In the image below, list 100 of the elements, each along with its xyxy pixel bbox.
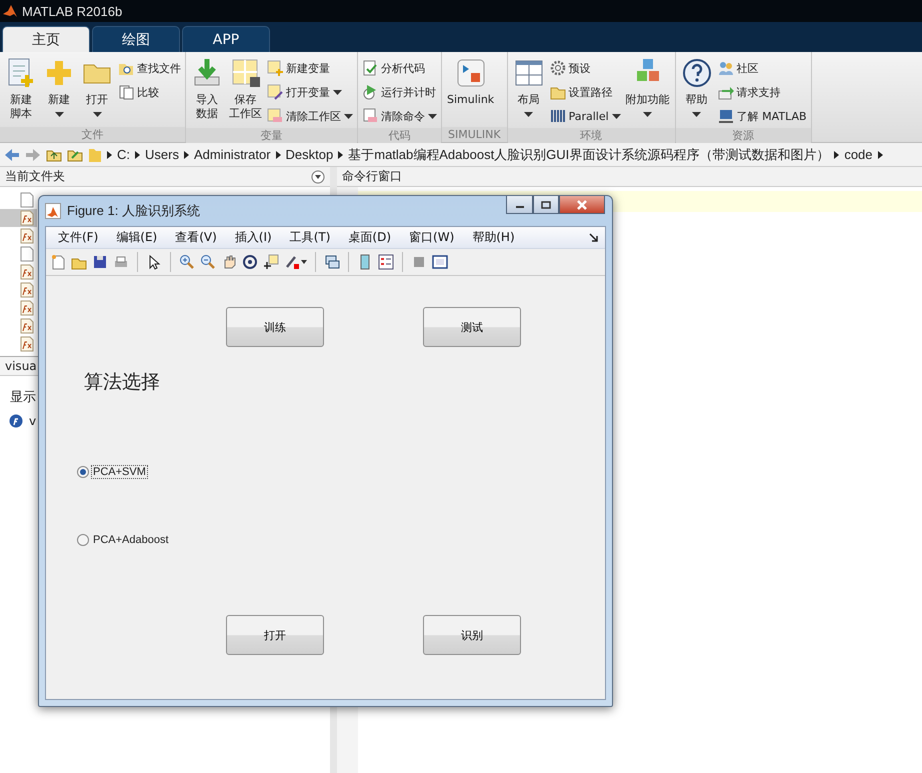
ribbon-button[interactable]: 清除命令	[360, 104, 439, 128]
ribbon-button[interactable]: 新建变量	[265, 56, 355, 80]
ribbon-group-label: 资源	[676, 128, 811, 143]
details-text: 显示	[10, 389, 37, 406]
radio-button[interactable]	[77, 466, 89, 478]
menu-item[interactable]: 桌面(D)	[342, 229, 398, 246]
radio-label: PCA+Adaboost	[92, 534, 170, 546]
menu-item[interactable]: 窗口(W)	[403, 229, 460, 246]
ribbon-button[interactable]: 帮助	[678, 55, 716, 128]
toolbar-button[interactable]	[263, 254, 279, 270]
matlab-logo-icon	[45, 203, 61, 219]
ribbon-group-label: SIMULINK	[442, 127, 507, 142]
push-button[interactable]: 识别	[423, 615, 521, 655]
toolbar-button[interactable]	[242, 254, 258, 270]
path-segment[interactable]: Desktop	[286, 147, 334, 162]
maximize-button[interactable]	[533, 196, 559, 214]
compare-icon	[118, 84, 134, 100]
simulink-block-icon	[454, 57, 487, 89]
ribbon-button[interactable]: 设置路径	[548, 80, 623, 104]
radio-label: PCA+SVM	[92, 466, 147, 478]
ribbon-button[interactable]: 请求支持	[716, 80, 809, 104]
ribbon-button[interactable]: 查找文件	[116, 56, 183, 80]
panel-title: 当前文件夹	[5, 168, 65, 185]
function-file-icon	[20, 228, 34, 244]
function-file-icon	[20, 318, 34, 334]
browse-folder-icon	[67, 148, 83, 162]
check-document-icon	[362, 60, 378, 76]
minimize-button[interactable]	[506, 196, 533, 214]
toolbar-button[interactable]	[378, 254, 394, 270]
support-arrow-icon	[718, 84, 734, 100]
menu-item[interactable]: 编辑(E)	[110, 229, 164, 246]
grid-pencil-icon	[267, 84, 283, 100]
path-segment[interactable]: Users	[145, 147, 179, 162]
ribbon-button[interactable]: 运行并计时	[360, 80, 439, 104]
ribbon-tab[interactable]: APP	[182, 26, 270, 52]
caret-icon	[301, 260, 307, 264]
zoom-out-icon	[200, 254, 216, 270]
ribbon-button[interactable]: 附加功能	[622, 55, 673, 128]
menu-item[interactable]: 插入(I)	[228, 229, 278, 246]
push-button[interactable]: 打开	[226, 615, 324, 655]
ribbon-tab[interactable]: 绘图	[92, 26, 180, 52]
path-segment[interactable]: 基于matlab编程Adaboost人脸识别GUI界面设计系统源码程序（带测试数据和图片）	[348, 146, 830, 164]
breadcrumb-arrow-icon	[107, 150, 112, 158]
ribbon-button[interactable]: 布局	[510, 55, 548, 128]
ribbon-button[interactable]: 了解 MATLAB	[716, 104, 809, 128]
grid-eraser-icon	[267, 108, 283, 124]
ribbon-button[interactable]: 打开变量	[265, 80, 355, 104]
push-button[interactable]: 训练	[226, 307, 324, 347]
ribbon-tab[interactable]: 主页	[2, 26, 90, 52]
new-file-icon	[50, 254, 66, 270]
folder-up-icon	[46, 148, 62, 162]
ribbon-button[interactable]: Simulink	[444, 55, 498, 127]
breadcrumb-arrow-icon	[184, 150, 189, 158]
menu-item[interactable]: 帮助(H)	[466, 229, 521, 246]
ribbon-button[interactable]: 预设	[548, 56, 623, 80]
path-segment[interactable]: C:	[117, 147, 130, 162]
toolbar-button[interactable]	[92, 254, 108, 270]
details-item: v	[29, 414, 36, 428]
ribbon-button[interactable]: 打开	[78, 55, 116, 127]
menu-item[interactable]: 文件(F)	[52, 229, 104, 246]
close-button[interactable]	[559, 196, 605, 214]
toolbar-button[interactable]	[432, 254, 448, 270]
panel-menu-icon	[311, 170, 325, 184]
function-file-icon	[20, 282, 34, 298]
close-icon	[576, 200, 588, 210]
grid-save-icon	[230, 57, 262, 89]
ribbon-group-label: 代码	[358, 128, 441, 143]
dock-arrow-icon	[589, 232, 599, 242]
zoom-in-icon	[179, 254, 195, 270]
breadcrumb-arrow-icon	[338, 150, 344, 158]
legend-icon	[378, 254, 394, 270]
ribbon-button[interactable]: Parallel	[548, 104, 623, 128]
ribbon-button[interactable]: 新建 脚本	[2, 55, 40, 127]
path-segment[interactable]: code	[844, 147, 873, 162]
ribbon-button[interactable]: 保存 工作区	[226, 55, 265, 128]
save-icon	[92, 254, 108, 270]
breadcrumb-arrow-icon	[135, 150, 140, 158]
brush-icon	[284, 254, 300, 270]
menu-item[interactable]: 工具(T)	[284, 229, 336, 246]
ribbon-button[interactable]: 导入 数据	[188, 55, 226, 128]
timer-icon	[362, 84, 378, 100]
ribbon-button[interactable]: 比较	[116, 80, 183, 104]
menu-item[interactable]: 查看(V)	[169, 229, 223, 246]
radio-button[interactable]	[77, 534, 89, 546]
function-file-icon	[20, 264, 34, 280]
function-file-icon	[20, 300, 34, 316]
ribbon-button[interactable]: 分析代码	[360, 56, 439, 80]
square-icon	[411, 254, 427, 270]
rotate-icon	[242, 254, 258, 270]
ribbon-button[interactable]: 新建	[40, 55, 78, 127]
monitor-icon	[718, 108, 734, 124]
toolbar-button[interactable]	[284, 254, 300, 270]
ribbon-button[interactable]: 清除工作区	[265, 104, 355, 128]
function-file-icon	[20, 336, 34, 352]
toolbar-button[interactable]	[324, 254, 340, 270]
path-segment[interactable]: Administrator	[194, 147, 271, 162]
ribbon-group-label: 变量	[186, 128, 357, 143]
ribbon-button[interactable]: 社区	[716, 56, 809, 80]
file-row[interactable]	[0, 209, 37, 227]
push-button[interactable]: 测试	[423, 307, 521, 347]
